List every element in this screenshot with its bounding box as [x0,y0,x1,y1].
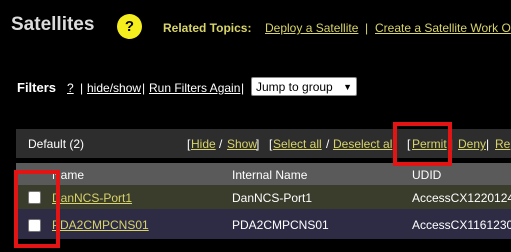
filters-help-link[interactable]: ? [67,81,74,95]
hide-group-link[interactable]: Hide [191,137,216,151]
bracket: [ [269,137,273,151]
filters-separator: | [142,81,146,95]
filters-separator: | [80,81,84,95]
row-name-link[interactable]: PDA2CMPCNS01 [52,218,149,232]
filters-separator: | [241,81,245,95]
jump-to-group-select[interactable]: Jump to group ▼ [251,77,357,96]
help-icon[interactable]: ? [117,14,142,39]
hide-show-filters-link[interactable]: hide/show [87,81,141,95]
row-internal-name: PDA2CMPCNS01 [232,218,329,232]
permit-highlight-box [393,122,452,166]
help-glyph: ? [124,18,135,35]
filters-label: Filters [17,80,57,95]
chevron-down-icon: ▼ [343,81,352,92]
related-topics-label: Related Topics: [163,21,252,35]
page-title: Satellites [11,14,95,35]
row-name-link[interactable]: DanNCS-Port1 [52,191,132,205]
related-separator: | [365,21,369,35]
jump-to-group-value: Jump to group [256,79,333,94]
checkbox-highlight-box [14,170,60,248]
bracket: ] [256,137,260,151]
show-group-link[interactable]: Show [227,137,257,151]
select-all-link[interactable]: Select all [273,137,322,151]
column-internal-name-header[interactable]: Internal Name [232,168,307,182]
deploy-satellite-link[interactable]: Deploy a Satellite [265,21,358,35]
column-udid-header[interactable]: UDID [412,168,441,182]
row-udid: AccessCX1161230 [412,218,511,232]
group-title: Default (2) [28,137,85,151]
slash: / [326,137,330,151]
re-link[interactable]: Re [495,137,510,151]
row-internal-name: DanNCS-Port1 [232,191,313,205]
deselect-all-link[interactable]: Deselect al [333,137,392,151]
pipe: | [486,137,490,151]
slash: / [219,137,223,151]
run-filters-again-link[interactable]: Run Filters Again [149,81,240,95]
bracket: [ [187,137,191,151]
deny-link[interactable]: Deny [458,137,486,151]
create-satellite-work-order-link[interactable]: Create a Satellite Work O [375,21,511,35]
row-udid: AccessCX1220124 [412,191,511,205]
